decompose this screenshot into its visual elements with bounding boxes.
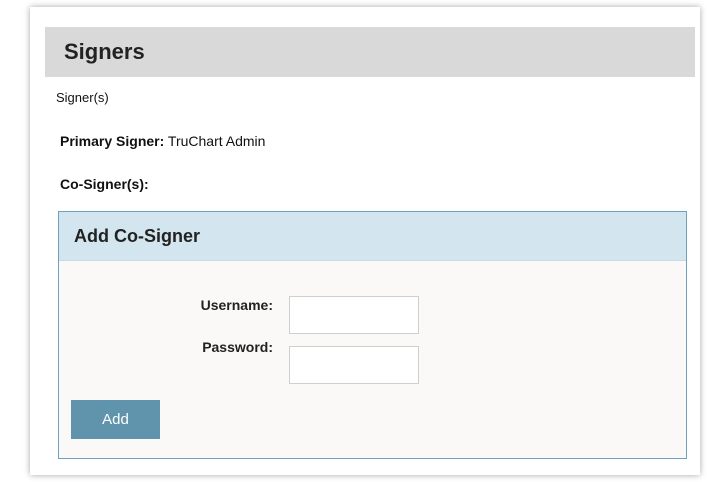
password-input[interactable]: [289, 346, 419, 384]
username-input[interactable]: [289, 296, 419, 334]
add-cosigner-panel: Add Co-Signer Username: Password: Add: [58, 211, 687, 459]
add-cosigner-panel-header: Add Co-Signer: [59, 212, 686, 261]
section-header: Signers: [45, 27, 695, 77]
password-label: Password:: [202, 339, 273, 355]
username-label: Username:: [200, 297, 273, 313]
primary-signer-row: Primary Signer: TruChart Admin: [60, 133, 265, 149]
cosigners-label: Co-Signer(s):: [60, 176, 149, 192]
section-title: Signers: [64, 39, 145, 64]
signers-sub-label: Signer(s): [56, 90, 109, 105]
add-cosigner-title: Add Co-Signer: [74, 225, 200, 246]
add-button[interactable]: Add: [71, 400, 160, 439]
primary-signer-label: Primary Signer:: [60, 133, 165, 149]
primary-signer-value: TruChart Admin: [167, 133, 266, 149]
